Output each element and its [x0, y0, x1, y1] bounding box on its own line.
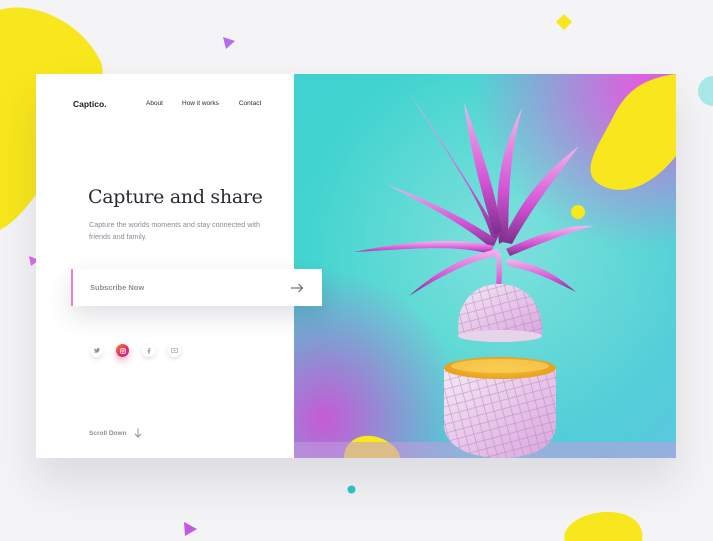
- pineapple-leaves: [354, 92, 594, 306]
- scroll-down-link[interactable]: Scroll Down: [89, 428, 142, 438]
- nav-contact[interactable]: Contact: [239, 100, 261, 107]
- logo[interactable]: Captico.: [73, 99, 107, 109]
- purple-triangle-top: [223, 37, 235, 49]
- facebook-icon: [147, 347, 150, 354]
- pineapple-bottom-half: [444, 357, 556, 458]
- subscribe-button[interactable]: Subscribe Now: [71, 269, 322, 306]
- hero-image: [294, 74, 676, 458]
- pineapple-illustration: [294, 74, 676, 458]
- teal-dot-bottom: [347, 485, 356, 494]
- twitter-button[interactable]: [90, 344, 103, 357]
- yellow-diamond-top-right: [556, 14, 572, 30]
- subscribe-label: Subscribe Now: [90, 283, 145, 292]
- yellow-blob-hero-top: [590, 74, 676, 190]
- instagram-icon: [119, 347, 126, 354]
- instagram-button[interactable]: [116, 344, 129, 357]
- left-panel: Captico. About How it works Contact Capt…: [36, 74, 294, 458]
- page-title: Capture and share: [88, 186, 263, 208]
- twitter-icon: [93, 348, 100, 353]
- yellow-dot-hero: [571, 205, 585, 219]
- facebook-button[interactable]: [142, 344, 155, 357]
- nav-how-it-works[interactable]: How it works: [182, 100, 219, 107]
- main-nav: About How it works Contact: [146, 100, 261, 107]
- nav-about[interactable]: About: [146, 100, 163, 107]
- social-links: [90, 344, 181, 357]
- youtube-button[interactable]: [168, 344, 181, 357]
- arrow-right-icon: [291, 283, 304, 292]
- landing-card: Captico. About How it works Contact Capt…: [36, 74, 676, 458]
- subtitle: Capture the worlds moments and stay conn…: [89, 220, 260, 241]
- pineapple-top-half: [458, 284, 543, 342]
- purple-triangle-bottom: [184, 522, 197, 536]
- teal-circle-right: [698, 76, 713, 106]
- yellow-blob-bottom-right: [564, 511, 643, 541]
- youtube-icon: [171, 348, 178, 353]
- scroll-down-label: Scroll Down: [89, 429, 127, 437]
- arrow-down-icon: [134, 428, 141, 438]
